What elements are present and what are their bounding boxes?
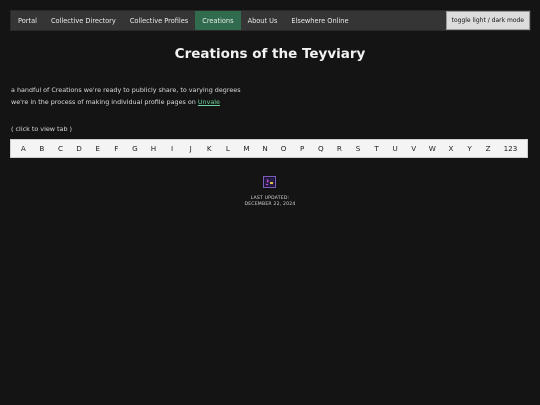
theme-toggle-button[interactable]: toggle light / dark mode (445, 11, 530, 30)
tab-o[interactable]: O (274, 140, 293, 157)
site-badge-icon[interactable] (263, 176, 276, 188)
tab-e[interactable]: E (88, 140, 107, 157)
tab-m[interactable]: M (237, 140, 256, 157)
tab-c[interactable]: C (51, 140, 70, 157)
page-title: Creations of the Teyviary (174, 46, 366, 62)
tab-q[interactable]: Q (312, 140, 331, 157)
intro-text: a handful of Creations we're ready to pu… (11, 86, 241, 94)
top-navbar: Portal Collective Directory Collective P… (10, 10, 531, 31)
tab-f[interactable]: F (107, 140, 126, 157)
tab-w[interactable]: W (423, 140, 442, 157)
nav-creations[interactable]: Creations (195, 11, 241, 30)
tab-v[interactable]: V (404, 140, 423, 157)
tab-j[interactable]: J (181, 140, 200, 157)
nav-collective-directory[interactable]: Collective Directory (44, 11, 123, 30)
nav-elsewhere-online[interactable]: Elsewhere Online (284, 11, 355, 30)
profile-note-text: we're in the process of making individua… (11, 98, 198, 106)
nav-about-us[interactable]: About Us (241, 11, 285, 30)
tab-t[interactable]: T (367, 140, 386, 157)
profile-note: we're in the process of making individua… (11, 98, 220, 106)
tab-k[interactable]: K (200, 140, 219, 157)
tab-p[interactable]: P (293, 140, 312, 157)
tab-u[interactable]: U (386, 140, 405, 157)
tab-i[interactable]: I (163, 140, 182, 157)
tab-b[interactable]: B (33, 140, 52, 157)
tab-d[interactable]: D (70, 140, 89, 157)
tab-h[interactable]: H (144, 140, 163, 157)
tab-g[interactable]: G (126, 140, 145, 157)
tab-r[interactable]: R (330, 140, 349, 157)
unvale-link[interactable]: Unvale (198, 98, 220, 106)
alphabet-tab-bar: A B C D E F G H I J K L M N O P Q R S T … (10, 139, 528, 158)
last-updated-date: DECEMBER 22, 2024 (244, 202, 296, 207)
tab-a[interactable]: A (14, 140, 33, 157)
tab-n[interactable]: N (256, 140, 275, 157)
tab-x[interactable]: X (442, 140, 461, 157)
tab-123[interactable]: 123 (497, 140, 523, 157)
tab-s[interactable]: S (349, 140, 368, 157)
nav-collective-profiles[interactable]: Collective Profiles (123, 11, 195, 30)
last-updated: LAST UPDATED: DECEMBER 22, 2024 (0, 196, 540, 208)
tab-l[interactable]: L (219, 140, 238, 157)
tab-hint: ( click to view tab ) (11, 125, 73, 133)
tab-z[interactable]: Z (479, 140, 498, 157)
nav-portal[interactable]: Portal (11, 11, 44, 30)
tab-y[interactable]: Y (460, 140, 479, 157)
